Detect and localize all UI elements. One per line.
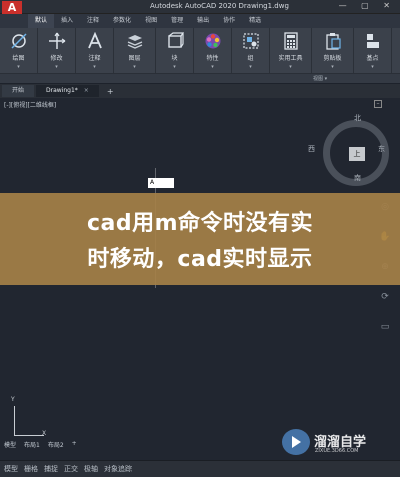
ucs-x-label: X	[42, 430, 47, 437]
group-icon	[241, 31, 261, 51]
viewcube-west[interactable]: 西	[308, 144, 315, 154]
close-icon[interactable]: ×	[84, 87, 89, 94]
chevron-down-icon[interactable]: ▾	[17, 64, 20, 70]
tool-layers-label: 图层	[128, 55, 141, 62]
status-snap[interactable]: 捕捉	[44, 464, 58, 474]
layout-tabs: 模型 布局1 布局2 +	[0, 440, 280, 452]
base-icon	[363, 31, 383, 51]
play-icon	[292, 436, 301, 448]
status-ortho[interactable]: 正交	[64, 464, 78, 474]
new-tab-button[interactable]: +	[101, 87, 120, 96]
add-layout-button[interactable]: +	[72, 440, 77, 452]
viewport-controls[interactable]: [-][俯视][二维线框]	[4, 100, 56, 109]
watermark-url: ZIXUE.3D66.COM	[315, 448, 359, 454]
autocad-logo-icon[interactable]: A	[2, 1, 22, 15]
ribbon-tab-row: 默认 插入 注释 参数化 视图 管理 输出 协作 精选	[0, 14, 400, 28]
tool-block-label: 块	[171, 55, 178, 62]
tab-manage[interactable]: 管理	[164, 14, 190, 28]
ucs-y-label: Y	[11, 396, 15, 403]
viewcube-east[interactable]: 东	[378, 144, 385, 154]
tab-parametric[interactable]: 参数化	[106, 14, 138, 28]
chevron-down-icon[interactable]: ▾	[211, 64, 214, 70]
banner-line-2: 时移动，cad实时显示	[87, 247, 313, 272]
window-controls[interactable]: — ▢ ✕	[339, 1, 396, 10]
properties-icon	[203, 31, 223, 51]
viewcube-top-face[interactable]: 上	[349, 147, 365, 161]
chevron-down-icon[interactable]: ▾	[55, 64, 58, 70]
chevron-down-icon[interactable]: ▾	[289, 64, 292, 70]
status-model[interactable]: 模型	[4, 464, 18, 474]
chevron-down-icon[interactable]: ▾	[133, 64, 136, 70]
tab-insert[interactable]: 插入	[54, 14, 80, 28]
tab-output[interactable]: 输出	[190, 14, 216, 28]
status-otrack[interactable]: 对象追踪	[104, 464, 132, 474]
ribbon-panel-footer: 视图 ▾	[0, 73, 400, 83]
watermark: 溜溜自学 ZIXUE.3D66.COM	[282, 427, 394, 457]
status-polar[interactable]: 极轴	[84, 464, 98, 474]
status-grid[interactable]: 栅格	[24, 464, 38, 474]
file-tab-bar: 开始 Drawing1* × +	[0, 84, 400, 98]
chevron-down-icon[interactable]: ▾	[249, 64, 252, 70]
tab-model[interactable]: 模型	[4, 440, 16, 452]
block-icon	[165, 31, 185, 51]
tab-featured[interactable]: 精选	[242, 14, 268, 28]
ucs-x-axis	[14, 435, 44, 436]
tab-collaborate[interactable]: 协作	[216, 14, 242, 28]
banner-line-1: cad用m命令时没有实	[86, 211, 314, 236]
tool-clipboard-label: 剪贴板	[323, 55, 342, 62]
tool-draw-label: 绘图	[12, 55, 25, 62]
chevron-down-icon[interactable]: ▾	[93, 64, 96, 70]
ucs-y-axis	[14, 406, 15, 436]
file-tab-start[interactable]: 开始	[2, 85, 35, 97]
layers-icon	[125, 31, 145, 51]
tool-modify-label: 修改	[50, 55, 63, 62]
tool-utilities-label: 实用工具	[278, 55, 303, 62]
tab-annotate[interactable]: 注释	[80, 14, 106, 28]
tab-layout1[interactable]: 布局1	[24, 440, 40, 452]
orbit-icon[interactable]: ⟳	[381, 292, 389, 302]
chevron-down-icon[interactable]: ▾	[173, 64, 176, 70]
chevron-down-icon[interactable]: ▾	[371, 64, 374, 70]
tab-default[interactable]: 默认	[28, 14, 55, 28]
tab-view[interactable]: 视图	[138, 14, 164, 28]
viewport-close-icon[interactable]: –	[374, 100, 382, 108]
file-tab-label: 开始	[12, 87, 25, 94]
dynamic-input-tooltip: A	[148, 178, 174, 188]
tool-annotation-label: 注释	[88, 55, 101, 62]
viewcube[interactable]: 北 南 西 东 上	[308, 114, 389, 186]
showmotion-icon[interactable]: ▭	[381, 322, 390, 332]
title-bar: A Autodesk AutoCAD 2020 Drawing1.dwg — ▢…	[0, 0, 400, 15]
file-tab-label: Drawing1*	[46, 87, 78, 94]
tool-group-label: 组	[247, 55, 254, 62]
modify-icon	[47, 31, 67, 51]
chevron-down-icon[interactable]: ▾	[331, 64, 334, 70]
tool-properties-label: 特性	[206, 55, 219, 62]
utilities-icon	[281, 31, 301, 51]
view-panel-label[interactable]: 视图 ▾	[313, 75, 327, 82]
viewcube-north[interactable]: 北	[354, 113, 361, 123]
annotation-icon	[85, 31, 105, 51]
ucs-icon: Y X	[8, 396, 48, 440]
status-bar: 模型 栅格 捕捉 正交 极轴 对象追踪	[0, 460, 400, 477]
draw-icon	[9, 31, 29, 51]
tool-base-label: 基点	[366, 55, 379, 62]
clipboard-icon	[323, 31, 343, 51]
file-tab-drawing1[interactable]: Drawing1* ×	[36, 85, 99, 97]
window-title: Autodesk AutoCAD 2020 Drawing1.dwg	[150, 2, 289, 10]
title-overlay-banner: cad用m命令时没有实 时移动，cad实时显示	[0, 193, 400, 285]
viewcube-south[interactable]: 南	[354, 173, 361, 183]
tab-layout2[interactable]: 布局2	[48, 440, 64, 452]
